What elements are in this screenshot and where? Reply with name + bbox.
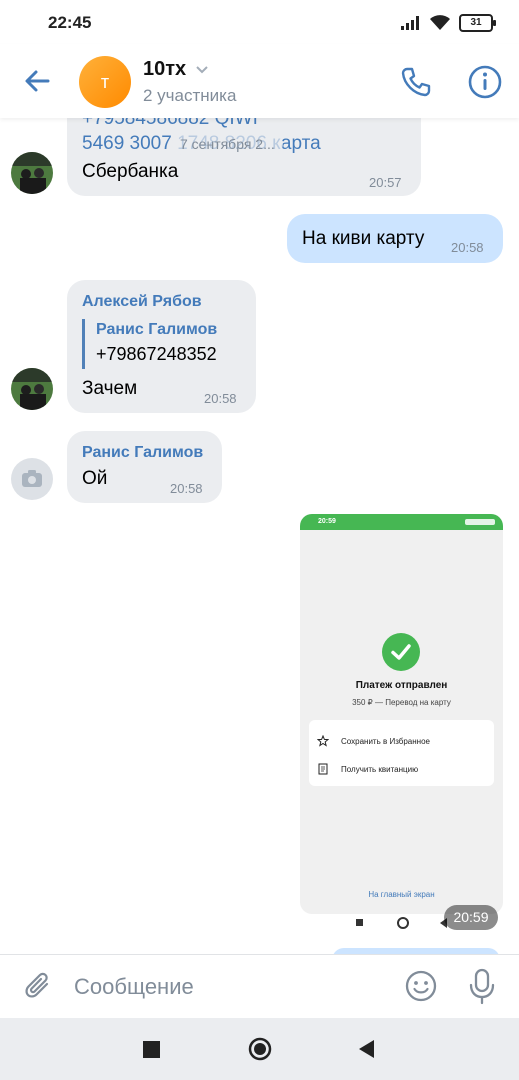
back-button[interactable] (356, 1038, 376, 1060)
quote-sender: Ранис Галимов (96, 321, 218, 338)
message-text: Сбербанка (82, 161, 179, 182)
signal-icon (401, 16, 419, 30)
chat-avatar[interactable]: т (79, 56, 131, 108)
message-time: 20:58 (451, 240, 484, 255)
action-receipt: Получить квитанцию (317, 760, 418, 778)
receipt-icon (318, 763, 328, 775)
status-time: 22:45 (48, 13, 92, 32)
status-bar: 22:45 31 (0, 0, 519, 44)
info-icon[interactable] (467, 64, 503, 100)
photo-attachment[interactable]: 20:59 Платеж отправлен 350 ₽ — Перевод н… (300, 514, 503, 914)
avatar[interactable] (11, 368, 53, 410)
payment-actions-card: Сохранить в Избранное Получить квитанцию (309, 720, 494, 786)
microphone-icon[interactable] (466, 967, 498, 1005)
reply-quote[interactable]: Ранис Галимов +79867248352 (82, 319, 256, 369)
phone-icon[interactable] (398, 64, 434, 100)
back-arrow-icon[interactable] (20, 64, 54, 98)
system-nav-bar (0, 1018, 519, 1080)
battery-icon: 31 (459, 14, 496, 32)
message-time: 20:57 (369, 175, 402, 190)
wifi-icon (430, 15, 450, 30)
emoji-icon[interactable] (403, 968, 439, 1004)
message-text: +79584586882 QIWI (82, 118, 258, 129)
recents-button[interactable] (143, 1041, 160, 1058)
camera-icon (22, 470, 42, 487)
home-screen-link: На главный экран (368, 890, 435, 899)
action-label: Получить квитанцию (341, 764, 419, 774)
photo-status-bar: 20:59 (300, 514, 503, 530)
action-label: Сохранить в Избранное (341, 736, 430, 746)
message-time: 20:58 (170, 481, 203, 496)
nav-square-icon (356, 919, 363, 926)
quote-text: +79867248352 (96, 344, 217, 364)
chat-members-count: 2 участника (143, 86, 237, 105)
date-badge: 7 сентября 2... (172, 133, 283, 155)
payment-title: Платеж отправлен (355, 680, 448, 691)
paperclip-icon[interactable] (22, 969, 56, 1003)
message-text: Ой (82, 468, 108, 489)
status-icons: 31 (401, 14, 496, 32)
message-input[interactable] (72, 963, 396, 1011)
user-photo-icon (11, 368, 53, 410)
message-text: Зачем (82, 378, 138, 399)
message-time: 20:58 (204, 391, 237, 406)
chat-header: т 10тх 2 участника (0, 44, 519, 118)
avatar[interactable] (11, 152, 53, 194)
action-save-favorites: Сохранить в Избранное (317, 732, 430, 750)
nav-home-icon (397, 917, 409, 929)
home-button[interactable] (248, 1037, 272, 1061)
star-icon (317, 735, 329, 747)
message-feed[interactable]: +79584586882 QIWI 5469 3007 1748 8206 ка… (0, 118, 519, 954)
photo-status-icons (465, 519, 495, 525)
message-text: На киви карту (302, 228, 425, 249)
payment-subtitle: 350 ₽ — Перевод на карту (352, 698, 451, 707)
chevron-down-icon[interactable] (195, 65, 209, 75)
photo-nav-bar (352, 916, 452, 930)
photo-status-time: 20:59 (318, 518, 336, 525)
sender-name[interactable]: Ранис Галимов (82, 444, 203, 462)
success-check-icon (382, 633, 420, 671)
photo-time: 20:59 (444, 905, 498, 930)
sender-name[interactable]: Алексей Рябов (82, 293, 202, 311)
user-photo-icon (11, 152, 53, 194)
chat-title[interactable]: 10тх (143, 58, 186, 81)
avatar[interactable] (11, 458, 53, 500)
message-composer (0, 954, 519, 1019)
